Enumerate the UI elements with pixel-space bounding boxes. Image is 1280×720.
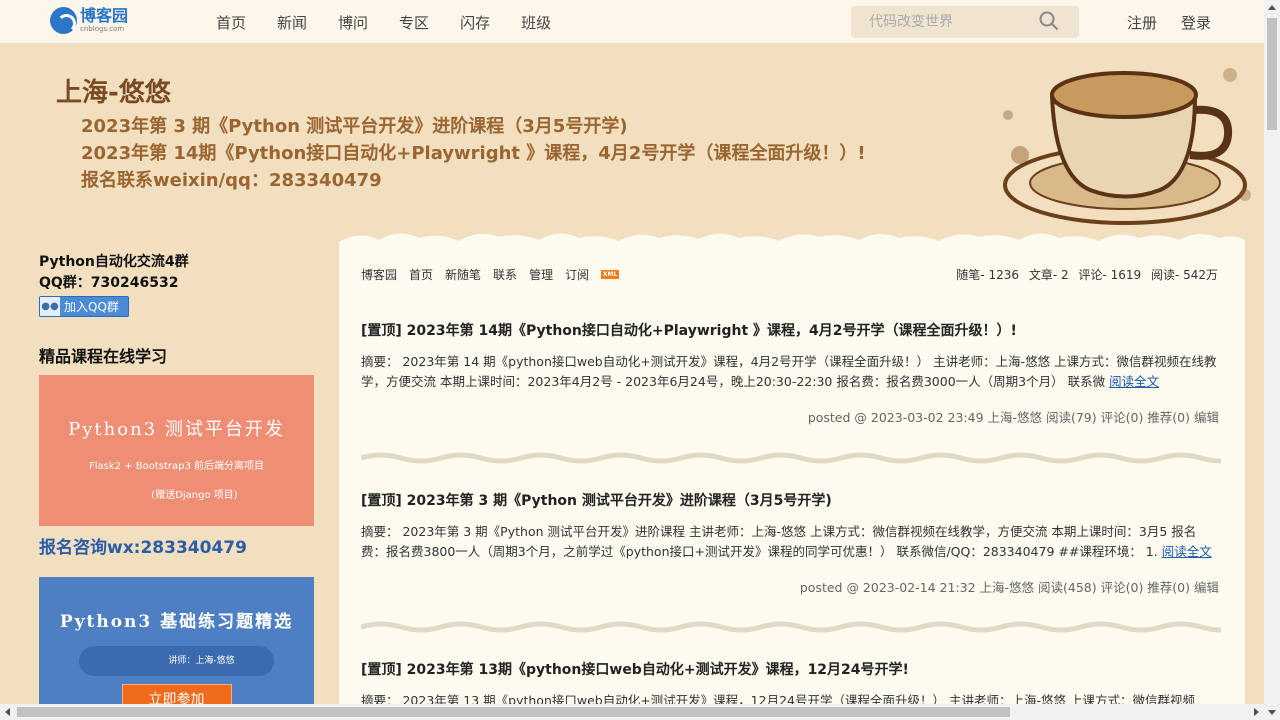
qq-group-title: Python自动化交流4群 [39,254,189,270]
stat-views: 阅读- 542万 [1150,268,1218,282]
scrollbar-thumb[interactable] [17,707,1010,717]
sidebar: Python自动化交流4群 QQ群：730246532 ●● 加入QQ群 精品课… [39,252,314,720]
read-more-link[interactable]: 阅读全文 [1162,544,1212,559]
stat-posts: 随笔- 1236 [956,268,1019,282]
post-meta: posted @ 2023-02-14 21:32 上海-悠悠 阅读(458) … [799,580,1219,595]
nav-news[interactable]: 新闻 [277,12,307,33]
site-logo[interactable]: 博客园 cnblogs.com [50,7,128,34]
search-input[interactable] [851,6,1031,38]
scroll-up-icon[interactable] [1268,5,1276,10]
post-title[interactable]: [置顶] 2023年第 13期《python接口web自动化+测试开发》课程，1… [361,659,1219,679]
post-meta: posted @ 2023-03-02 23:49 上海-悠悠 阅读(79) 评… [807,410,1219,425]
header-line: 2023年第 14期《Python接口自动化+Playwright 》课程，4月… [81,143,866,164]
nav-links: 首页 新闻 博问 专区 闪存 班级 [216,12,582,33]
blog-nav-cnblogs[interactable]: 博客园 [361,266,397,283]
logo-domain: cnblogs.com [80,25,125,33]
search-box [851,6,1079,38]
register-link[interactable]: 注册 [1127,12,1157,33]
read-more-link[interactable]: 阅读全文 [1109,374,1159,389]
blog-nav-home[interactable]: 首页 [409,266,433,283]
ad-note: (赠送Django 项目) [151,490,238,501]
header-announcements: 2023年第 3 期《Python 测试平台开发》进阶课程（3月5号开学) 20… [81,113,866,194]
scroll-left-icon[interactable] [5,708,10,716]
edit-link[interactable]: 编辑 [1194,580,1219,595]
post-title[interactable]: [置顶] 2023年第 3 期《Python 测试平台开发》进阶课程（3月5号开… [361,490,1219,510]
post-summary: 摘要： 2023年第 3 期《Python 测试平台开发》进阶课程 主讲老师：上… [361,524,1212,559]
stat-comments: 评论- 1619 [1078,268,1142,282]
nav-zones[interactable]: 专区 [399,12,429,33]
nav-home[interactable]: 首页 [216,12,246,33]
ad-teacher: 讲师：上海-悠悠 [79,646,274,676]
horizontal-scrollbar[interactable] [0,704,1264,720]
nav-questions[interactable]: 博问 [338,12,368,33]
login-link[interactable]: 登录 [1181,12,1211,33]
ad-title: Python3 基础练习题精选 [59,612,294,632]
post-item: [置顶] 2023年第 3 期《Python 测试平台开发》进阶课程（3月5号开… [361,490,1219,596]
auth-links: 注册 登录 [1127,12,1235,33]
blog-nav-contact[interactable]: 联系 [493,266,517,283]
header-line: 2023年第 3 期《Python 测试平台开发》进阶课程（3月5号开学) [81,116,628,137]
courses-section-title: 精品课程在线学习 [39,347,168,366]
people-icon: ●● [40,297,60,316]
post-summary: 摘要： 2023年第 14 期《python接口web自动化+测试开发》课程，4… [361,354,1217,389]
join-qq-button[interactable]: ●● 加入QQ群 [39,296,129,317]
edit-link[interactable]: 编辑 [1194,410,1219,425]
post-divider [361,621,1221,633]
scroll-down-icon[interactable] [1268,710,1276,715]
stat-articles: 文章- 2 [1028,268,1069,282]
ad-subtitle: Flask2 + Bootstrap3 前后端分离项目 [88,461,265,472]
qq-group-number: QQ群：730246532 [39,275,179,291]
vertical-scrollbar[interactable] [1264,0,1280,720]
course-ad-exercises[interactable]: Python3 基础练习题精选 讲师：上海-悠悠 立即参加 [39,577,314,720]
nav-classes[interactable]: 班级 [521,12,551,33]
blog-title[interactable]: 上海-悠悠 [56,72,171,109]
blog-nav: 博客园 首页 新随笔 联系 管理 订阅 XML [361,266,620,283]
header-line: 报名联系weixin/qq：283340479 [81,170,382,191]
scroll-right-icon[interactable] [1254,708,1259,716]
post-divider [361,452,1221,464]
search-icon[interactable] [1039,11,1059,31]
blog-nav-admin[interactable]: 管理 [529,266,553,283]
nav-flash[interactable]: 闪存 [460,12,490,33]
main-content: 博客园 首页 新随笔 联系 管理 订阅 XML 随笔- 1236 文章- 2 评… [339,250,1245,720]
ad-title: Python3 测试平台开发 [68,419,285,440]
consult-contact: 报名咨询wx:283340479 [39,538,247,558]
blog-nav-new-post[interactable]: 新随笔 [445,266,481,283]
logo-icon [50,7,77,34]
coffee-cup-illustration [1003,68,1251,225]
logo-text: 博客园 [80,6,129,25]
scrollbar-thumb[interactable] [1267,18,1277,130]
blog-stats: 随笔- 1236 文章- 2 评论- 1619 阅读- 542万 [950,266,1218,283]
top-nav: 博客园 cnblogs.com 首页 新闻 博问 专区 闪存 班级 注册 登录 [0,0,1264,44]
post-item: [置顶] 2023年第 14期《Python接口自动化+Playwright 》… [361,320,1219,426]
join-qq-label: 加入QQ群 [64,300,119,314]
post-title[interactable]: [置顶] 2023年第 14期《Python接口自动化+Playwright 》… [361,320,1219,340]
course-ad-platform[interactable]: Python3 测试平台开发 Flask2 + Bootstrap3 前后端分离… [39,375,314,526]
blog-nav-subscribe[interactable]: 订阅 [565,266,589,283]
rss-xml-icon[interactable]: XML [601,270,620,279]
